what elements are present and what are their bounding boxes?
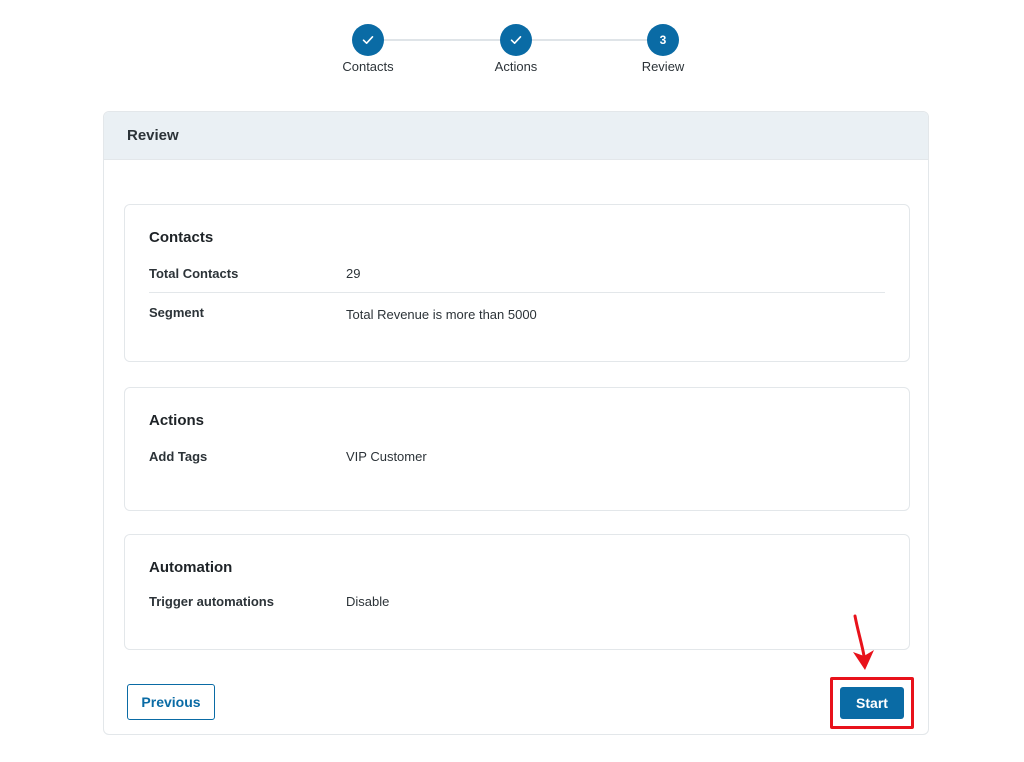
- previous-button[interactable]: Previous: [127, 684, 215, 720]
- automation-section: Automation Trigger automations Disable: [124, 534, 910, 650]
- row-label: Trigger automations: [149, 594, 274, 609]
- progress-stepper: Contacts Actions 3 Review: [0, 24, 1024, 84]
- annotation-arrow-icon: [853, 614, 874, 670]
- card-title: Review: [104, 112, 928, 160]
- row-value: VIP Customer: [346, 449, 427, 464]
- row-label: Add Tags: [149, 449, 208, 464]
- section-title: Automation: [149, 559, 233, 576]
- step-circle-complete: [352, 24, 384, 56]
- check-icon: [510, 36, 522, 44]
- step-circle-current: 3: [647, 24, 679, 56]
- row-value: Disable: [346, 594, 390, 609]
- section-title: Contacts: [149, 229, 214, 246]
- summary-row: Segment Total Revenue is more than 5000: [149, 305, 885, 322]
- review-card: Review Contacts Total Contacts 29 Segmen…: [103, 111, 929, 735]
- row-value: 29: [346, 266, 361, 281]
- row-label: Segment: [149, 305, 204, 320]
- row-label: Total Contacts: [149, 266, 239, 281]
- start-button-highlight: Start: [830, 677, 914, 729]
- check-icon: [362, 36, 374, 44]
- step-contacts[interactable]: Contacts: [308, 24, 428, 74]
- step-review[interactable]: 3 Review: [603, 24, 723, 74]
- section-title: Actions: [149, 412, 205, 429]
- row-value: Total Revenue is more than 5000: [346, 307, 537, 322]
- contacts-section: Contacts Total Contacts 29 Segment Total…: [124, 204, 910, 362]
- row-divider: [149, 292, 885, 293]
- step-circle-complete: [500, 24, 532, 56]
- actions-section: Actions Add Tags VIP Customer: [124, 387, 910, 511]
- summary-row: Total Contacts 29: [149, 266, 885, 292]
- summary-row: Trigger automations Disable: [149, 594, 885, 609]
- step-label: Contacts: [342, 59, 394, 74]
- summary-row: Add Tags VIP Customer: [149, 449, 885, 464]
- step-label: Review: [641, 59, 685, 74]
- start-button[interactable]: Start: [840, 687, 904, 719]
- step-label: Actions: [494, 59, 538, 74]
- step-actions[interactable]: Actions: [456, 24, 576, 74]
